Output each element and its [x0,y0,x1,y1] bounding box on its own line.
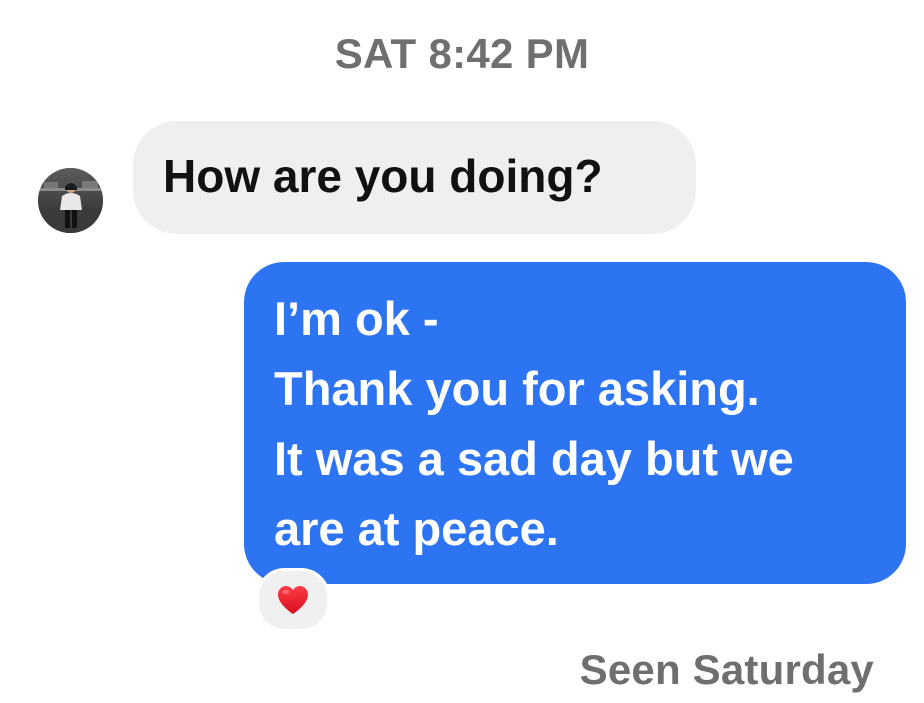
heart-reaction-badge[interactable] [256,568,330,632]
message-timestamp: SAT 8:42 PM [334,30,590,77]
outgoing-message-line: It was a sad day but we [274,432,794,485]
outgoing-message-bubble[interactable]: I’m ok - Thank you for asking. It was a … [244,262,906,584]
incoming-message-bubble[interactable]: How are you doing? [133,121,696,234]
red-heart-icon [278,586,308,614]
profile-photo-icon [38,168,103,233]
sender-avatar[interactable] [38,168,103,233]
outgoing-message-line: I’m ok - [274,292,439,345]
incoming-message-text: How are you doing? [163,150,603,202]
outgoing-message-line: are at peace. [274,502,559,555]
outgoing-message-line: Thank you for asking. [274,362,760,415]
seen-receipt: Seen Saturday [579,646,874,693]
